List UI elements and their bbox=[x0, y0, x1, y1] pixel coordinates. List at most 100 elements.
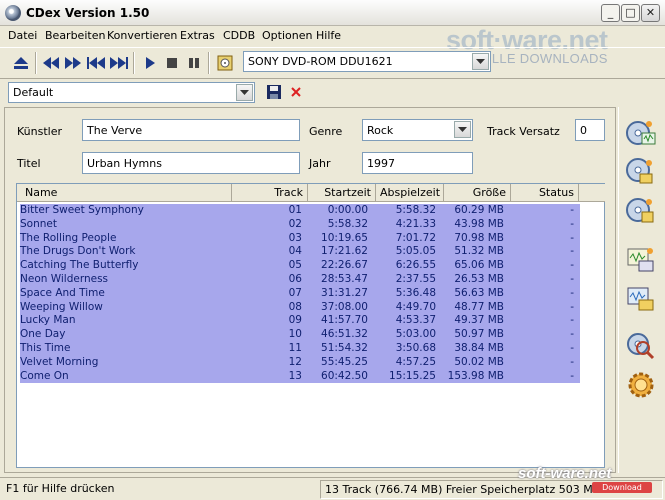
table-row[interactable]: Neon Wilderness 06 28:53.47 2:37.55 26.53 MB… bbox=[20, 272, 580, 287]
cell-start: 41:57.70 bbox=[321, 314, 368, 327]
action-sidebar bbox=[618, 107, 663, 473]
stop-icon[interactable] bbox=[161, 53, 183, 73]
track-offset-value: 0 bbox=[580, 124, 587, 137]
column-length[interactable]: Abspielzeit bbox=[376, 184, 444, 202]
cell-size: 153.98 MB bbox=[447, 369, 504, 382]
cell-track: 08 bbox=[288, 300, 302, 313]
cell-length: 5:05.05 bbox=[395, 245, 436, 258]
table-row[interactable]: Catching The Butterfly 05 22:26.67 6:26.55 6… bbox=[20, 259, 580, 273]
save-profile-icon[interactable] bbox=[263, 82, 285, 102]
close-button[interactable]: ✕ bbox=[641, 4, 660, 22]
title-label: Titel bbox=[17, 157, 41, 170]
menu-konvertieren[interactable]: Konvertieren bbox=[107, 29, 177, 42]
cell-size: 43.98 MB bbox=[454, 217, 504, 230]
column-start[interactable]: Startzeit bbox=[308, 184, 376, 202]
title-bar[interactable]: CDex Version 1.50 _ □ ✕ bbox=[0, 0, 665, 26]
previous-track-icon[interactable] bbox=[40, 53, 62, 73]
cell-length: 4:57.25 bbox=[395, 355, 436, 368]
cell-name: This Time bbox=[20, 341, 71, 354]
column-size[interactable]: Größe bbox=[444, 184, 511, 202]
cell-status: - bbox=[570, 328, 574, 341]
cell-name: Lucky Man bbox=[20, 314, 76, 327]
cell-start: 46:51.32 bbox=[321, 328, 368, 341]
chevron-down-icon[interactable] bbox=[472, 53, 489, 70]
artist-label: Künstler bbox=[17, 125, 62, 138]
extract-to-wav-icon[interactable] bbox=[623, 117, 659, 149]
table-row[interactable]: Sonnet 02 5:58.32 4:21.33 43.98 MB - bbox=[20, 217, 580, 232]
table-row[interactable]: Lucky Man 09 41:57.70 4:53.37 49.37 MB - bbox=[20, 314, 580, 329]
menu-bearbeiten[interactable]: Bearbeiten bbox=[45, 29, 105, 42]
cell-start: 0:00.00 bbox=[327, 204, 368, 216]
cell-name: Sonnet bbox=[20, 217, 57, 230]
skip-forward-icon[interactable] bbox=[108, 53, 130, 73]
menu-cddb[interactable]: CDDB bbox=[223, 29, 255, 42]
table-header: Name Track Startzeit Abspielzeit Größe S… bbox=[17, 184, 605, 202]
cell-name: Space And Time bbox=[20, 286, 105, 299]
cell-length: 4:53.37 bbox=[395, 314, 436, 327]
table-row[interactable]: The Drugs Don't Work 04 17:21.62 5:05.05 51.… bbox=[20, 245, 580, 260]
cell-track: 02 bbox=[288, 217, 302, 230]
genre-select[interactable]: Rock bbox=[362, 119, 473, 141]
table-row[interactable]: The Rolling People 03 10:19.65 7:01.72 70.98… bbox=[20, 231, 580, 246]
cell-start: 17:21.62 bbox=[321, 245, 368, 258]
delete-profile-icon[interactable] bbox=[285, 82, 307, 102]
column-track[interactable]: Track bbox=[232, 184, 308, 202]
cell-length: 15:15.25 bbox=[389, 369, 436, 382]
cell-name: Bitter Sweet Symphony bbox=[20, 204, 144, 216]
profile-select[interactable]: Default bbox=[8, 82, 255, 103]
table-row[interactable]: This Time 11 51:54.32 3:50.68 38.84 MB - bbox=[20, 341, 580, 356]
cell-start: 22:26.67 bbox=[321, 259, 368, 272]
cell-start: 28:53.47 bbox=[321, 272, 368, 285]
cell-size: 70.98 MB bbox=[454, 231, 504, 244]
cell-start: 10:19.65 bbox=[321, 231, 368, 244]
chevron-down-icon[interactable] bbox=[454, 121, 471, 138]
menu-extras[interactable]: Extras bbox=[180, 29, 215, 42]
minimize-button[interactable]: _ bbox=[601, 4, 620, 22]
artist-field[interactable]: The Verve bbox=[82, 119, 300, 141]
cell-length: 4:49.70 bbox=[395, 300, 436, 313]
table-row[interactable]: Velvet Morning 12 55:45.25 4:57.25 50.02 MB - bbox=[20, 355, 580, 370]
cell-start: 5:58.32 bbox=[327, 217, 368, 230]
cddb-lookup-icon[interactable] bbox=[623, 330, 659, 362]
cd-info-icon[interactable] bbox=[214, 53, 236, 73]
play-icon[interactable] bbox=[139, 53, 161, 73]
menu-hilfe[interactable]: Hilfe bbox=[316, 29, 341, 42]
table-row[interactable]: One Day 10 46:51.32 5:03.00 50.97 MB - bbox=[20, 328, 580, 342]
cell-status: - bbox=[570, 355, 574, 368]
cell-name: Weeping Willow bbox=[20, 300, 103, 313]
extract-to-mp3-icon[interactable] bbox=[623, 156, 659, 188]
cd-app-icon bbox=[5, 5, 21, 21]
convert-wav-icon[interactable] bbox=[623, 244, 659, 276]
next-track-icon[interactable] bbox=[62, 53, 84, 73]
year-field[interactable]: 1997 bbox=[362, 152, 473, 174]
track-offset-field[interactable]: 0 bbox=[575, 119, 605, 141]
cell-status: - bbox=[570, 314, 574, 327]
cell-status: - bbox=[570, 259, 574, 272]
cell-track: 06 bbox=[288, 272, 302, 285]
drive-select[interactable]: SONY DVD-ROM DDU1621 bbox=[243, 51, 491, 72]
convert-mp3-icon[interactable] bbox=[623, 283, 659, 315]
cell-status: - bbox=[570, 341, 574, 354]
cell-length: 7:01.72 bbox=[395, 231, 436, 244]
menu-optionen[interactable]: Optionen bbox=[262, 29, 312, 42]
column-name[interactable]: Name bbox=[17, 184, 232, 202]
cell-length: 6:26.55 bbox=[395, 259, 436, 272]
table-row[interactable]: Weeping Willow 08 37:08.00 4:49.70 48.77 MB - bbox=[20, 300, 580, 315]
skip-back-icon[interactable] bbox=[85, 53, 107, 73]
title-field[interactable]: Urban Hymns bbox=[82, 152, 300, 174]
column-status[interactable]: Status bbox=[511, 184, 579, 202]
extract-tracks-icon[interactable] bbox=[623, 195, 659, 227]
cell-start: 60:42.50 bbox=[321, 369, 368, 382]
pause-icon[interactable] bbox=[183, 53, 205, 73]
table-row[interactable]: Come On 13 60:42.50 15:15.25 153.98 MB - bbox=[20, 369, 580, 384]
cell-name: One Day bbox=[20, 328, 66, 341]
settings-icon[interactable] bbox=[623, 369, 659, 401]
table-row[interactable]: Bitter Sweet Symphony 01 0:00.00 5:58.32 60.… bbox=[20, 204, 580, 218]
eject-icon[interactable] bbox=[10, 53, 32, 73]
menu-datei[interactable]: Datei bbox=[8, 29, 37, 42]
chevron-down-icon[interactable] bbox=[236, 84, 253, 101]
maximize-button[interactable]: □ bbox=[621, 4, 640, 22]
cell-status: - bbox=[570, 300, 574, 313]
track-table[interactable]: Name Track Startzeit Abspielzeit Größe S… bbox=[16, 183, 605, 468]
table-row[interactable]: Space And Time 07 31:31.27 5:36.48 56.63 MB - bbox=[20, 286, 580, 301]
